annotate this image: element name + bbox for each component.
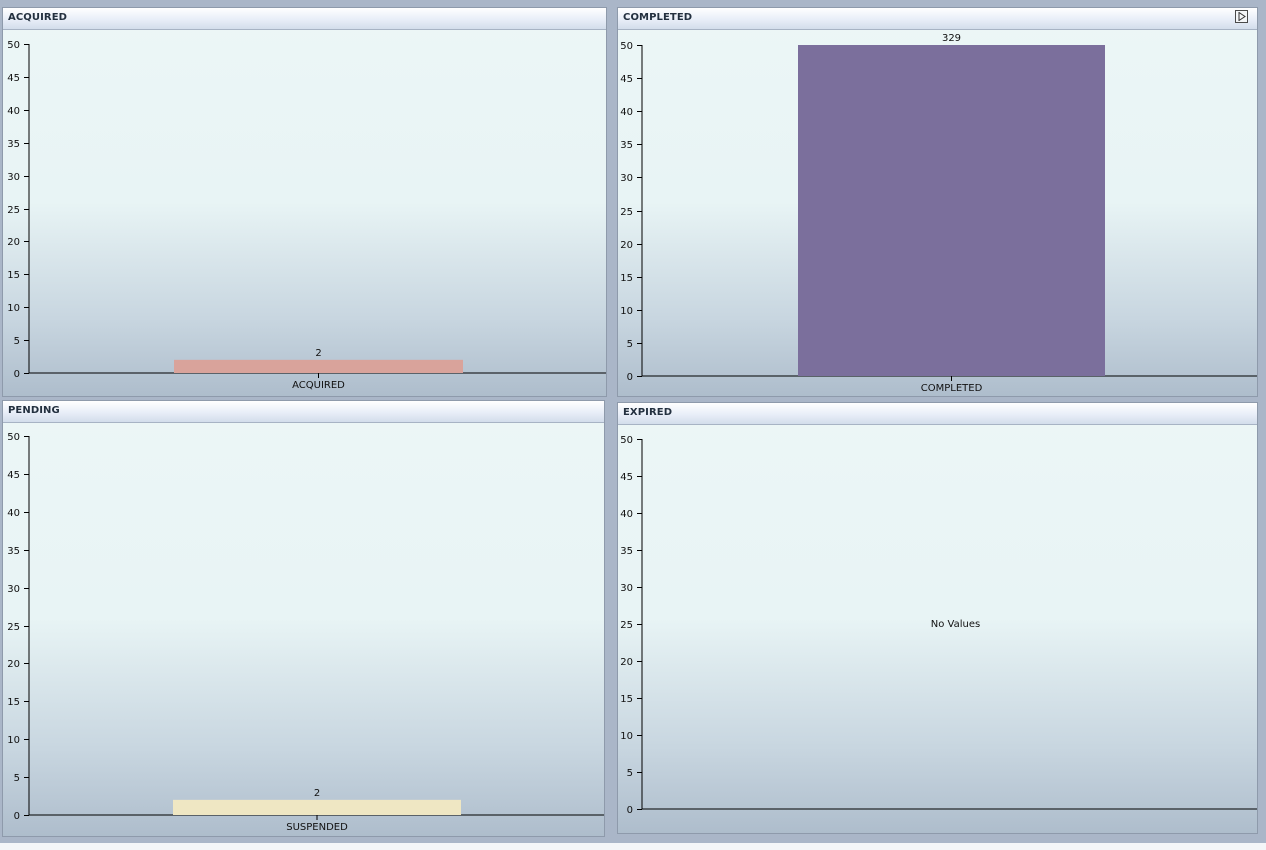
y-tick-label: 35 (7, 546, 20, 557)
bar-chart: 0 5 10 15 20 25 30 35 40 45 50 329 COMPLETED (620, 33, 1257, 394)
y-tick-label: 0 (14, 811, 20, 822)
y-tick-label: 30 (620, 583, 633, 594)
y-tick-label: 10 (620, 306, 633, 317)
y-tick-label: 40 (620, 509, 633, 520)
y-tick-label: 20 (7, 659, 20, 670)
acquired-chart-panel: ACQUIRED 0 5 10 15 20 25 30 35 40 45 50 2 ACQUIRED (2, 7, 607, 397)
bar-value-label: 2 (315, 348, 321, 359)
bar (173, 799, 461, 815)
y-tick-label: 40 (7, 106, 20, 117)
y-tick-label: 45 (7, 470, 20, 481)
bar-chart: 0 5 10 15 20 25 30 35 40 45 50 2 SUSPENDED (7, 432, 604, 833)
y-tick-label: 20 (7, 237, 20, 248)
y-tick-label: 35 (620, 140, 633, 151)
y-tick-label: 20 (620, 657, 633, 668)
y-tick-label: 5 (14, 773, 20, 784)
y-tick-label: 15 (7, 270, 20, 281)
y-tick-label: 0 (627, 805, 633, 816)
x-tick-label: ACQUIRED (292, 380, 345, 391)
y-tick-label: 5 (627, 339, 633, 350)
y-tick-label: 50 (7, 432, 20, 443)
y-tick-label: 10 (620, 731, 633, 742)
status-strip (0, 843, 1266, 850)
bar-value-label: 2 (314, 788, 320, 799)
y-tick-label: 10 (7, 303, 20, 314)
y-tick-label: 45 (7, 73, 20, 84)
y-tick-label: 30 (7, 584, 20, 595)
bar-value-label: 329 (942, 33, 961, 44)
expired-chart-panel: EXPIRED 0 5 10 15 20 25 30 35 40 45 50 No Values (617, 402, 1258, 834)
bar-chart: 0 5 10 15 20 25 30 35 40 45 50 2 ACQUIRED (7, 40, 606, 391)
y-tick-label: 15 (620, 694, 633, 705)
y-tick-label: 45 (620, 74, 633, 85)
y-tick-label: 45 (620, 472, 633, 483)
y-tick-label: 15 (7, 697, 20, 708)
y-tick-label: 25 (620, 620, 633, 631)
y-tick-label: 50 (7, 40, 20, 51)
y-tick-label: 35 (7, 139, 20, 150)
y-tick-label: 0 (627, 372, 633, 383)
y-tick-label: 35 (620, 546, 633, 557)
bar (174, 359, 463, 373)
y-tick-label: 50 (620, 41, 633, 52)
y-tick-label: 0 (14, 369, 20, 380)
x-tick-label: COMPLETED (921, 383, 983, 394)
y-tick-label: 15 (620, 273, 633, 284)
empty-state-message: No Values (931, 619, 980, 630)
completed-chart-panel: COMPLETED 0 5 10 15 20 25 30 35 40 45 50 329 COMPLET… (617, 7, 1258, 397)
bar (798, 45, 1105, 376)
y-tick-label: 25 (620, 207, 633, 218)
y-tick-label: 25 (7, 622, 20, 633)
bar-chart: 0 5 10 15 20 25 30 35 40 45 50 No Values (620, 435, 1257, 816)
y-tick-label: 10 (7, 735, 20, 746)
y-tick-label: 50 (620, 435, 633, 446)
y-tick-label: 40 (7, 508, 20, 519)
y-tick-label: 30 (620, 173, 633, 184)
y-tick-label: 5 (14, 336, 20, 347)
y-tick-label: 40 (620, 107, 633, 118)
y-tick-label: 20 (620, 240, 633, 251)
pending-chart-panel: PENDING 0 5 10 15 20 25 30 35 40 45 50 2 SUSPENDED (2, 400, 605, 837)
x-tick-label: SUSPENDED (286, 822, 348, 833)
y-tick-label: 5 (627, 768, 633, 779)
y-tick-label: 30 (7, 172, 20, 183)
y-tick-label: 25 (7, 205, 20, 216)
